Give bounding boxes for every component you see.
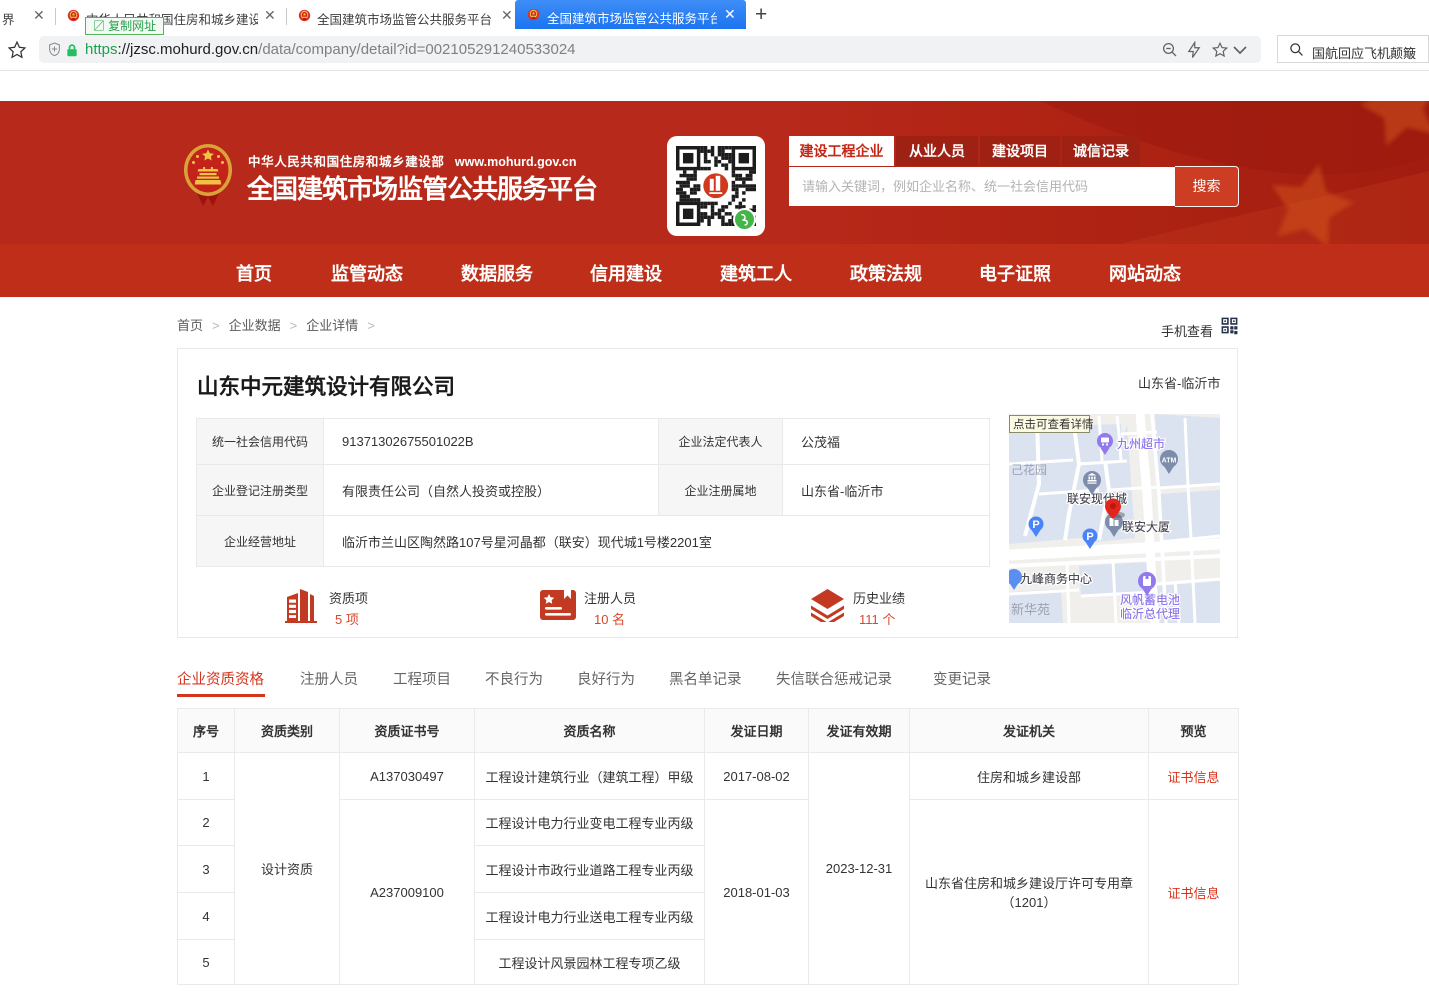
svg-text:九峰商务中心: 九峰商务中心 [1020, 571, 1092, 586]
svg-text:点击可查看详情: 点击可查看详情 [1013, 417, 1094, 431]
svg-text:己花园: 己花园 [1011, 462, 1047, 477]
svg-text:ATM: ATM [1162, 458, 1177, 465]
svg-text:新华苑: 新华苑 [1011, 602, 1050, 617]
svg-text:P: P [1032, 519, 1039, 531]
svg-text:九州超市: 九州超市 [1117, 436, 1165, 451]
svg-text:风帆蓄电池: 风帆蓄电池 [1120, 592, 1180, 607]
svg-text:联安大厦: 联安大厦 [1122, 519, 1170, 534]
svg-text:P: P [1086, 531, 1093, 543]
svg-text:临沂总代理: 临沂总代理 [1120, 607, 1180, 621]
